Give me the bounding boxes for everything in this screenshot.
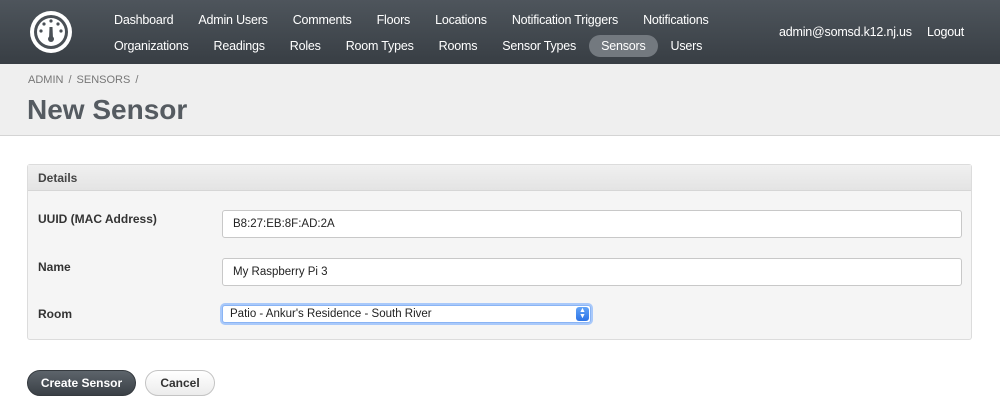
page-title: New Sensor	[27, 94, 188, 125]
nav-sensor-types[interactable]: Sensor Types	[490, 35, 588, 57]
uuid-input[interactable]	[222, 210, 962, 238]
cancel-button[interactable]: Cancel	[145, 370, 215, 396]
nav-rooms[interactable]: Rooms	[427, 35, 490, 57]
nav-comments[interactable]: Comments	[281, 9, 364, 31]
panel-title: Details	[28, 165, 971, 191]
top-navbar: Dashboard Admin Users Comments Floors Lo…	[0, 0, 1000, 64]
create-sensor-button[interactable]: Create Sensor	[27, 370, 136, 396]
nav-notification-triggers[interactable]: Notification Triggers	[500, 9, 630, 31]
breadcrumb-admin[interactable]: ADMIN	[28, 74, 63, 86]
name-label: Name	[38, 260, 71, 274]
logout-link[interactable]: Logout	[927, 25, 964, 39]
select-updown-icon: ▲ ▼	[576, 307, 589, 321]
nav-room-types[interactable]: Room Types	[334, 35, 426, 57]
nav-sensors[interactable]: Sensors	[589, 35, 658, 57]
nav-notifications[interactable]: Notifications	[631, 9, 721, 31]
nav-roles[interactable]: Roles	[278, 35, 333, 57]
breadcrumb-sensors[interactable]: SENSORS	[77, 74, 131, 86]
nav-row-secondary: Organizations Readings Roles Room Types …	[102, 35, 715, 57]
breadcrumb: ADMIN / SENSORS /	[28, 74, 138, 86]
nav-admin-users[interactable]: Admin Users	[186, 9, 279, 31]
breadcrumb-separator: /	[135, 74, 139, 86]
nav-row-primary: Dashboard Admin Users Comments Floors Lo…	[102, 9, 722, 31]
room-label: Room	[38, 307, 72, 321]
gauge-logo-icon[interactable]	[30, 11, 72, 53]
page-header: ADMIN / SENSORS / New Sensor	[0, 64, 1000, 136]
uuid-label: UUID (MAC Address)	[38, 212, 157, 226]
user-email[interactable]: admin@somsd.k12.nj.us	[779, 25, 912, 39]
details-panel: Details UUID (MAC Address) Name Room Pat…	[27, 164, 972, 340]
nav-users[interactable]: Users	[659, 35, 715, 57]
nav-floors[interactable]: Floors	[365, 9, 423, 31]
room-select[interactable]: Patio - Ankur's Residence - South River …	[222, 305, 591, 323]
nav-organizations[interactable]: Organizations	[102, 35, 201, 57]
nav-dashboard[interactable]: Dashboard	[102, 9, 185, 31]
breadcrumb-separator: /	[68, 74, 72, 86]
nav-locations[interactable]: Locations	[423, 9, 499, 31]
name-input[interactable]	[222, 258, 962, 286]
nav-readings[interactable]: Readings	[202, 35, 277, 57]
room-select-value: Patio - Ankur's Residence - South River	[230, 308, 432, 320]
